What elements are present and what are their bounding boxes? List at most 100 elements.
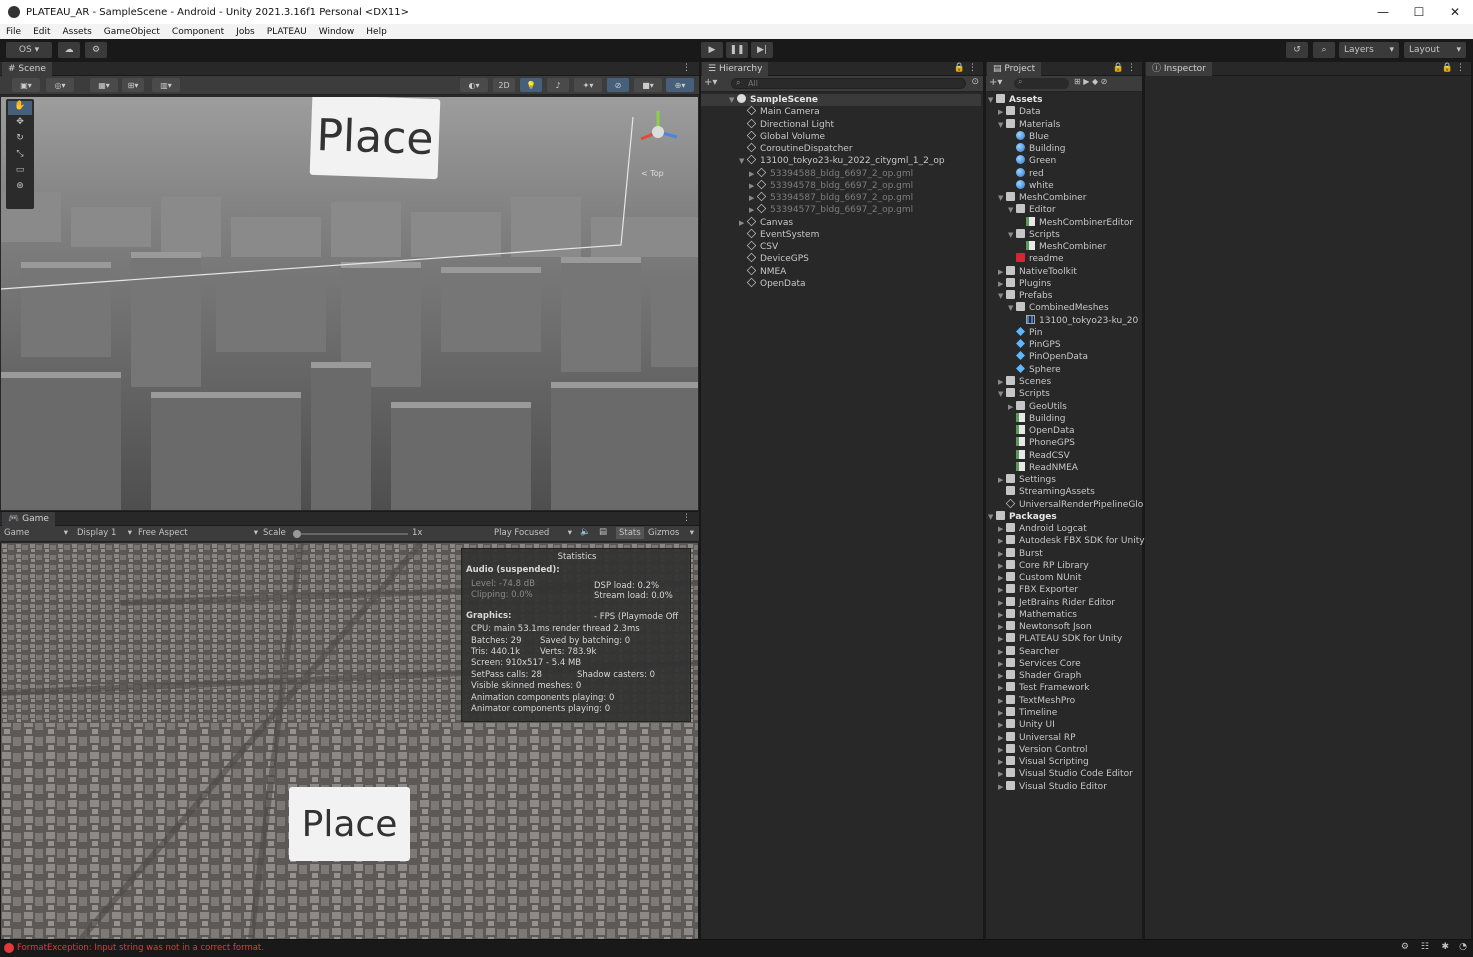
project-item[interactable]: ▶ Data (998, 106, 1041, 118)
cache-icon[interactable]: ☷ (1421, 942, 1429, 952)
expanded-arrow-icon[interactable]: ▼ (998, 388, 1006, 400)
collapsed-arrow-icon[interactable]: ▶ (998, 670, 1006, 682)
lock-icon[interactable]: 🔒 (954, 63, 965, 73)
project-item[interactable]: MeshCombinerEditor (1018, 216, 1133, 229)
project-item[interactable]: ▶ Visual Studio Code Editor (998, 768, 1133, 780)
auto-gen-icon[interactable]: ◔ (1459, 942, 1467, 952)
project-item[interactable]: ▼ MeshCombiner (998, 192, 1086, 204)
project-item[interactable]: PinGPS (1008, 339, 1061, 351)
increment-dropdown[interactable]: ▥▾ (152, 78, 180, 92)
rotate-tool-icon[interactable]: ↻ (8, 133, 32, 147)
collapsed-arrow-icon[interactable]: ▶ (998, 523, 1006, 535)
collapsed-arrow-icon[interactable]: ▶ (998, 597, 1006, 609)
project-item[interactable]: ▶ GeoUtils (1008, 400, 1067, 413)
project-item[interactable]: ▶ Unity UI (998, 719, 1055, 731)
expanded-arrow-icon[interactable]: ▼ (998, 290, 1006, 302)
collapsed-arrow-icon[interactable]: ▶ (998, 548, 1006, 560)
shading-dropdown[interactable]: ◐▾ (460, 78, 488, 92)
collapsed-arrow-icon[interactable]: ▶ (998, 646, 1006, 658)
project-item[interactable]: ▼ CombinedMeshes (1008, 302, 1109, 314)
hierarchy-item[interactable]: CoroutineDispatcher (739, 142, 853, 155)
inspector-lock-icon[interactable]: 🔒 (1442, 63, 1453, 73)
expanded-arrow-icon[interactable]: ▼ (729, 94, 737, 106)
scale-tool-icon[interactable]: ⤡ (8, 149, 32, 163)
game-panel-menu-icon[interactable]: ⋮ (682, 513, 691, 523)
project-item[interactable]: ▶ Scenes (998, 375, 1051, 388)
project-item[interactable]: ▶ Timeline (998, 707, 1057, 719)
step-button[interactable]: ▶| (751, 42, 773, 58)
gizmos-dropdown[interactable]: ⊕▾ (666, 78, 694, 92)
project-item[interactable]: ▶ Core RP Library (998, 559, 1089, 572)
project-item[interactable]: ReadNMEA (1008, 461, 1078, 474)
collapsed-arrow-icon[interactable]: ▶ (998, 658, 1006, 670)
project-item[interactable]: ▶ Searcher (998, 645, 1059, 658)
project-item[interactable]: ▶ Visual Scripting (998, 756, 1089, 768)
tab-project[interactable]: ▤ Project (987, 62, 1042, 76)
inspector-menu-icon[interactable]: ⋮ (1456, 63, 1465, 73)
menu-help[interactable]: Help (360, 27, 393, 37)
collapsed-arrow-icon[interactable]: ▶ (998, 621, 1006, 633)
expanded-arrow-icon[interactable]: ▼ (739, 155, 747, 167)
project-filter-icons[interactable]: ⊞ ▶ ◆ ⊘ (1074, 77, 1107, 86)
project-item[interactable]: ▶ Shader Graph (998, 670, 1081, 682)
project-item[interactable]: ▼ Scripts (998, 388, 1050, 400)
collapsed-arrow-icon[interactable]: ▶ (998, 732, 1006, 744)
collapsed-arrow-icon[interactable]: ▶ (749, 204, 757, 216)
lighting-icon[interactable]: 💡 (520, 78, 542, 92)
hierarchy-item[interactable]: ▼ 13100_tokyo23-ku_2022_citygml_1_2_op (739, 155, 945, 167)
project-item[interactable]: ▶ TextMeshPro (998, 694, 1075, 707)
hierarchy-item[interactable]: ▶ 53394578_bldg_6697_2_op.gml (749, 179, 913, 192)
console-error-message[interactable]: FormatException: Input string was not in… (17, 943, 264, 953)
scale-slider-handle[interactable] (293, 530, 301, 538)
menu-gameobject[interactable]: GameObject (98, 27, 166, 37)
project-item[interactable]: ▶ PLATEAU SDK for Unity (998, 633, 1122, 645)
project-item[interactable]: ▶ Services Core (998, 657, 1081, 670)
tab-scene[interactable]: # Scene (2, 62, 52, 76)
project-item[interactable]: UniversalRenderPipelineGlo (998, 498, 1143, 511)
project-item[interactable]: ▼ Assets (988, 94, 1042, 106)
menu-file[interactable]: File (0, 27, 27, 37)
collapsed-arrow-icon[interactable]: ▶ (1008, 401, 1016, 413)
grid-dropdown[interactable]: ▦▾ (90, 78, 118, 92)
project-item[interactable]: ▶ NativeToolkit (998, 265, 1077, 278)
layers-dropdown[interactable]: Layers ▾ (1339, 42, 1399, 58)
project-item[interactable]: Sphere (1008, 363, 1061, 376)
toggle-2d-button[interactable]: 2D (493, 78, 515, 92)
minimize-button[interactable]: — (1365, 0, 1401, 24)
collapsed-arrow-icon[interactable]: ▶ (998, 106, 1006, 118)
account-dropdown[interactable]: OS ▾ (6, 42, 52, 58)
project-item[interactable]: ▶ Version Control (998, 743, 1088, 756)
maximize-button[interactable]: ☐ (1401, 0, 1437, 24)
hierarchy-search-input[interactable]: ⌕ All (731, 78, 966, 89)
collapsed-arrow-icon[interactable]: ▶ (998, 376, 1006, 388)
play-focused-dropdown[interactable]: Play Focused ▾ (494, 528, 572, 538)
collapsed-arrow-icon[interactable]: ▶ (749, 192, 757, 204)
collapsed-arrow-icon[interactable]: ▶ (998, 719, 1006, 731)
scene-place-button[interactable]: Place (309, 97, 441, 180)
project-add-button[interactable]: +▾ (989, 77, 1002, 88)
hierarchy-item[interactable]: ▼ SampleScene (701, 94, 981, 106)
draw-mode-dropdown[interactable]: ▣▾ (12, 78, 40, 92)
progress-icon[interactable]: ⚙ (1401, 942, 1409, 952)
expanded-arrow-icon[interactable]: ▼ (988, 94, 996, 106)
collapsed-arrow-icon[interactable]: ▶ (998, 768, 1006, 780)
expanded-arrow-icon[interactable]: ▼ (1008, 229, 1016, 241)
game-place-button[interactable]: Place (289, 787, 410, 861)
project-item[interactable]: PhoneGPS (1008, 437, 1075, 449)
project-item[interactable]: readme (1008, 253, 1064, 265)
project-item[interactable]: Building (1008, 412, 1066, 425)
scale-slider[interactable] (293, 530, 408, 538)
stats-button[interactable]: Stats (616, 527, 644, 539)
project-item[interactable]: ▶ FBX Exporter (998, 584, 1078, 596)
hierarchy-item[interactable]: OpenData (739, 277, 806, 290)
collapsed-arrow-icon[interactable]: ▶ (998, 278, 1006, 290)
menu-assets[interactable]: Assets (57, 27, 98, 37)
scene-gizmo[interactable] (633, 107, 683, 157)
expanded-arrow-icon[interactable]: ▼ (998, 192, 1006, 204)
hierarchy-item[interactable]: DeviceGPS (739, 253, 809, 265)
project-item[interactable]: Building (1008, 143, 1066, 155)
hierarchy-add-button[interactable]: +▾ (704, 77, 717, 88)
pause-button[interactable]: ❚❚ (726, 42, 748, 58)
audio-icon[interactable]: ♪ (547, 78, 569, 92)
project-item[interactable]: ▶ Plugins (998, 277, 1051, 290)
